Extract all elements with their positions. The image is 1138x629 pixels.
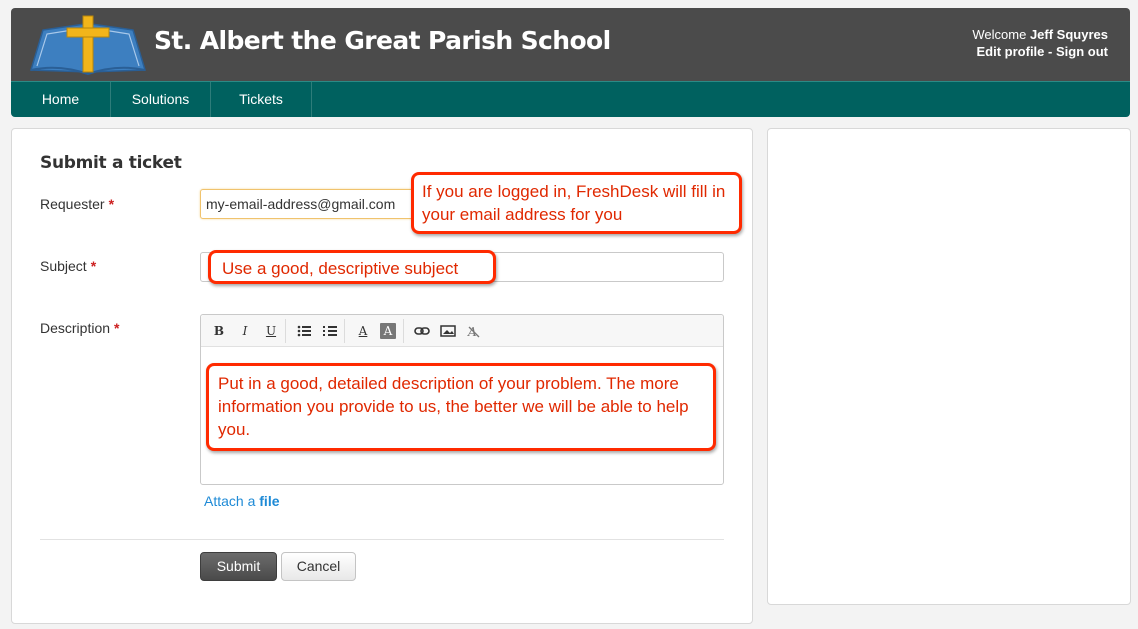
link-separator: - [1048, 44, 1053, 59]
edit-profile-link[interactable]: Edit profile [977, 44, 1045, 59]
nav-tickets[interactable]: Tickets [211, 82, 312, 117]
submit-button[interactable]: Submit [200, 552, 277, 581]
form-title: Submit a ticket [40, 153, 182, 173]
user-name: Jeff Squyres [1029, 27, 1108, 42]
required-marker: * [108, 196, 115, 212]
image-icon[interactable] [440, 323, 456, 339]
bold-button[interactable]: B [211, 323, 227, 339]
description-callout: Put in a good, detailed description of y… [206, 363, 716, 451]
cancel-button[interactable]: Cancel [281, 552, 356, 581]
requester-input[interactable] [200, 189, 420, 219]
profile-links: Edit profile - Sign out [972, 43, 1108, 60]
requester-label: Requester * [40, 196, 114, 212]
unordered-list-icon[interactable] [296, 323, 312, 339]
toolbar-divider [344, 319, 345, 343]
description-label: Description * [40, 320, 119, 336]
site-title: St. Albert the Great Parish School [154, 26, 611, 55]
toolbar-divider [403, 319, 404, 343]
attach-prefix: Attach a [204, 493, 256, 509]
font-color-button[interactable]: A [355, 323, 371, 339]
required-marker: * [90, 258, 97, 274]
attach-file-text[interactable]: file [259, 493, 279, 509]
bible-cross-logo-icon[interactable] [29, 14, 147, 76]
description-label-text: Description [40, 320, 111, 336]
subject-label: Subject * [40, 258, 96, 274]
clear-format-icon[interactable]: A [465, 323, 481, 339]
sign-out-link[interactable]: Sign out [1056, 44, 1108, 59]
required-marker: * [114, 320, 120, 336]
user-area: Welcome Jeff Squyres Edit profile - Sign… [972, 26, 1108, 60]
attach-file-link[interactable]: Attach a file [204, 493, 280, 509]
ordered-list-icon[interactable] [322, 323, 338, 339]
form-divider [40, 539, 724, 540]
main-nav: Home Solutions Tickets [11, 81, 1130, 117]
site-header: St. Albert the Great Parish School Welco… [11, 8, 1130, 81]
nav-solutions[interactable]: Solutions [111, 82, 211, 117]
link-icon[interactable] [414, 323, 430, 339]
editor-toolbar: B I U A A A [201, 315, 723, 347]
background-color-button[interactable]: A [380, 323, 396, 339]
toolbar-divider [285, 319, 286, 343]
subject-callout: Use a good, descriptive subject [208, 250, 496, 284]
welcome-text: Welcome [972, 27, 1027, 42]
nav-home[interactable]: Home [11, 82, 111, 117]
requester-label-text: Requester [40, 196, 105, 212]
svg-text:A: A [467, 325, 477, 339]
requester-callout: If you are logged in, FreshDesk will fil… [411, 172, 742, 234]
italic-button[interactable]: I [237, 323, 253, 339]
sidebar-panel [767, 128, 1131, 605]
welcome-line: Welcome Jeff Squyres [972, 26, 1108, 43]
subject-label-text: Subject [40, 258, 87, 274]
underline-button[interactable]: U [263, 323, 279, 339]
